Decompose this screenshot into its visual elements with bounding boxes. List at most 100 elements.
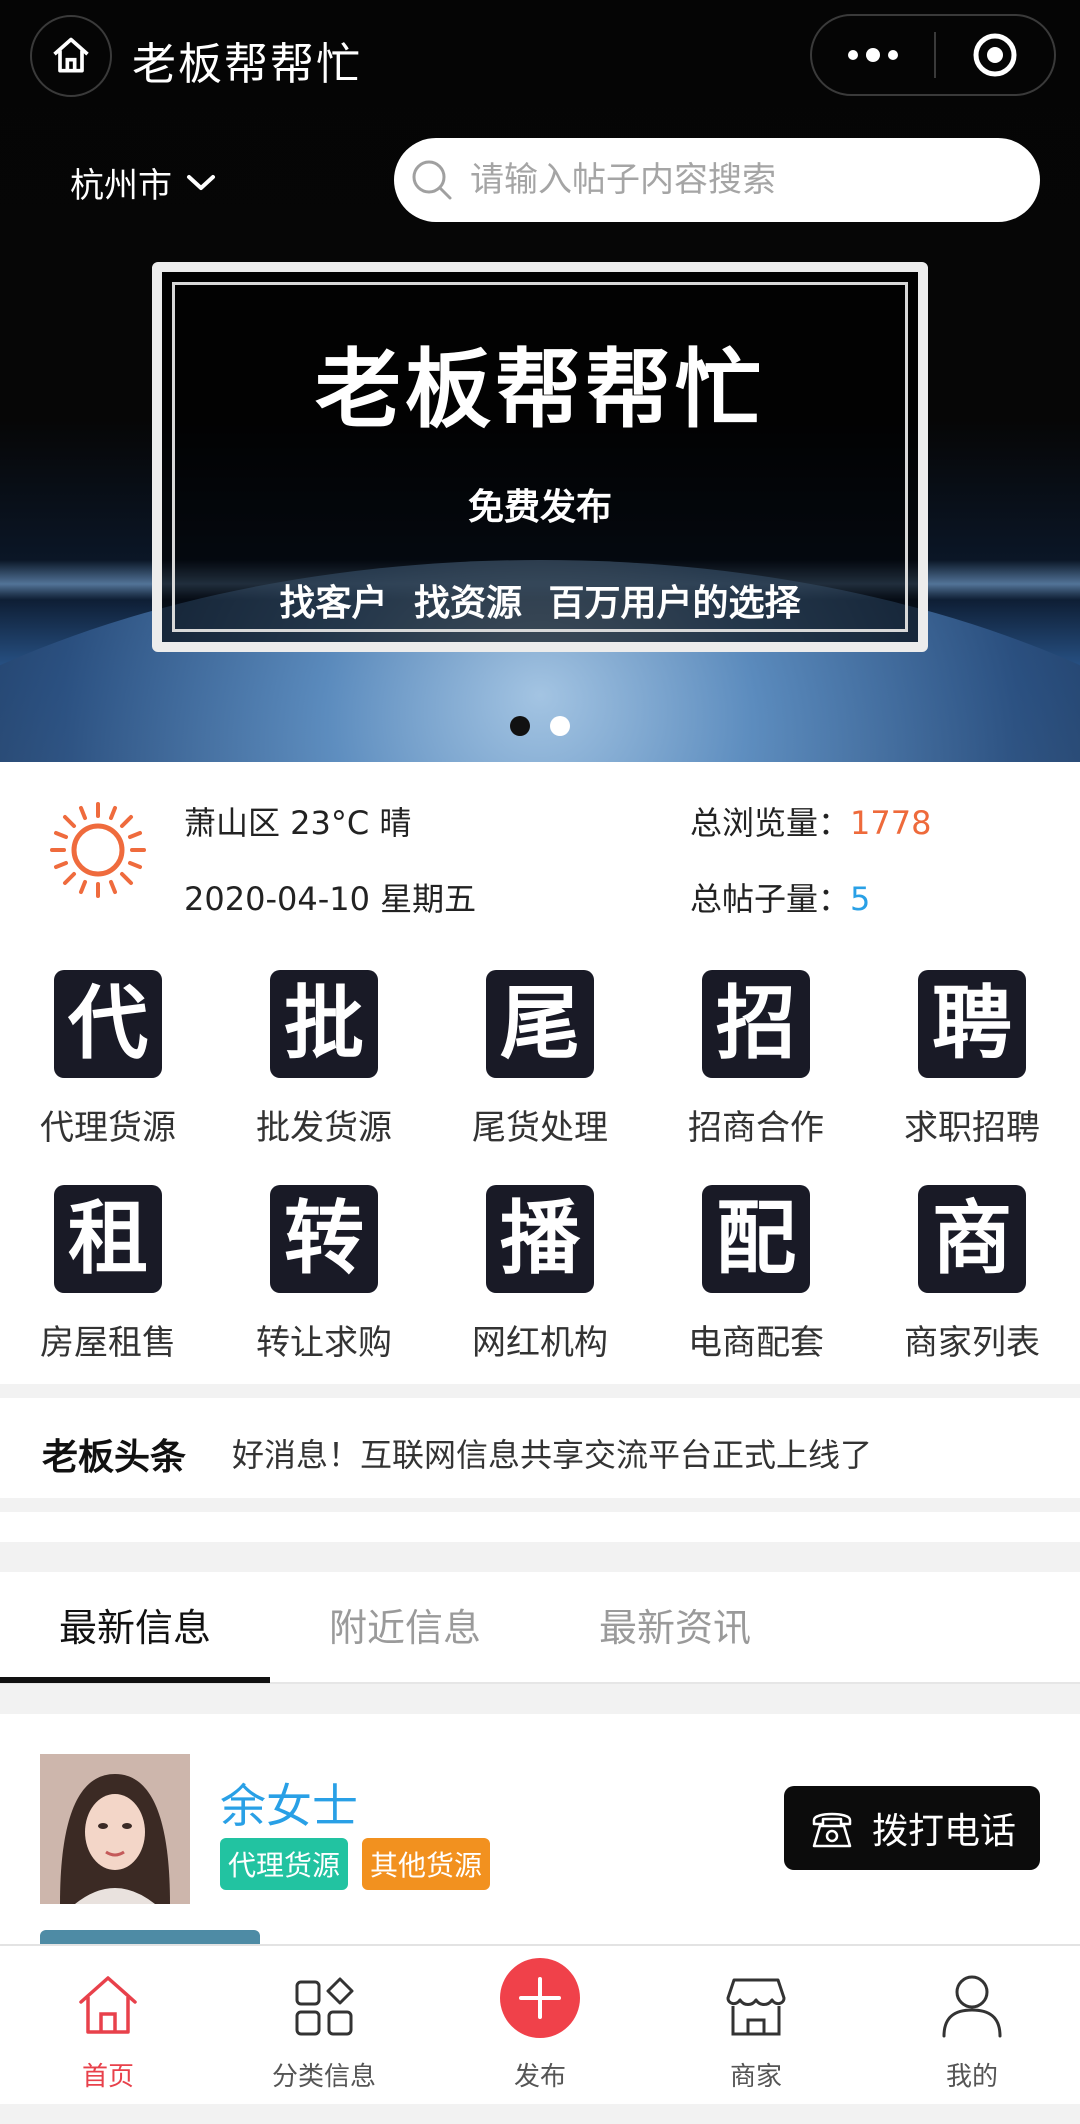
category-icon: 配 bbox=[702, 1185, 810, 1293]
category-icon: 商 bbox=[918, 1185, 1026, 1293]
category-label: 网红机构 bbox=[472, 1323, 608, 1363]
search-bar[interactable] bbox=[394, 138, 1040, 222]
search-input[interactable] bbox=[470, 160, 1010, 200]
tabbar-label: 我的 bbox=[945, 2062, 998, 2092]
headline-text[interactable]: 好消息！互联网信息共享交流平台正式上线了 bbox=[232, 1430, 872, 1476]
avatar[interactable] bbox=[40, 1754, 190, 1904]
section-divider bbox=[0, 1384, 1080, 1398]
poster-name[interactable]: 余女士 bbox=[220, 1770, 358, 1836]
category-icon: 转 bbox=[270, 1185, 378, 1293]
more-dot bbox=[888, 50, 898, 60]
banner-slide[interactable]: 老板帮帮忙 免费发布 找客户 找资源 百万用户的选择 bbox=[152, 262, 928, 652]
avatar-portrait bbox=[40, 1754, 190, 1904]
category-item-investment[interactable]: 招 招商合作 bbox=[648, 962, 864, 1167]
publish-plus-icon bbox=[500, 1958, 580, 2038]
hero-header: 老板帮帮忙 杭州市 请输入帖子内容搜索 老板帮帮忙 免费发布 找客户 找资源 百… bbox=[0, 0, 1080, 762]
category-label: 代理货源 bbox=[40, 1108, 176, 1148]
category-icon: 代 bbox=[54, 970, 162, 1078]
active-tab-indicator bbox=[0, 1677, 270, 1683]
capsule-menu bbox=[810, 14, 1056, 96]
banner-subtitle: 免费发布 bbox=[467, 487, 612, 528]
tab-latest-info[interactable]: 最新信息 bbox=[0, 1572, 270, 1684]
tab-nearby-info[interactable]: 附近信息 bbox=[270, 1572, 540, 1684]
category-label: 转让求购 bbox=[256, 1323, 392, 1363]
post-card[interactable]: 余女士 代理货源 其他货源 拨打电话 bbox=[0, 1714, 1080, 1944]
banner-tagline: 找客户 找资源 百万用户的选择 bbox=[279, 583, 801, 624]
city-selector[interactable]: 杭州市 bbox=[70, 158, 216, 207]
category-label: 电商配套 bbox=[688, 1323, 824, 1363]
banner-inner: 老板帮帮忙 免费发布 找客户 找资源 百万用户的选择 bbox=[172, 282, 908, 632]
category-icon: 批 bbox=[270, 970, 378, 1078]
category-item-agent[interactable]: 代 代理货源 bbox=[0, 962, 216, 1167]
weather-location-temp: 萧山区 23°C 晴 bbox=[184, 804, 412, 842]
tabbar-item-publish[interactable]: 发布 bbox=[432, 1946, 648, 2106]
category-icon bbox=[295, 1977, 354, 2036]
section-divider bbox=[0, 1498, 1080, 1512]
category-item-jobs[interactable]: 聘 求职招聘 bbox=[864, 962, 1080, 1167]
chevron-down-icon bbox=[187, 174, 215, 190]
call-button[interactable]: 拨打电话 bbox=[784, 1786, 1040, 1870]
category-label: 求职招聘 bbox=[904, 1108, 1040, 1148]
tab-latest-news[interactable]: 最新资讯 bbox=[540, 1572, 810, 1684]
more-button[interactable] bbox=[812, 16, 934, 94]
home-icon bbox=[79, 1976, 137, 2034]
carousel-dot[interactable] bbox=[550, 716, 570, 736]
carousel-dot-active[interactable] bbox=[510, 716, 530, 736]
category-icon: 尾 bbox=[486, 970, 594, 1078]
tabbar-item-home[interactable]: 首页 bbox=[0, 1946, 216, 2106]
tabbar-item-category[interactable]: 分类信息 bbox=[216, 1946, 432, 2106]
category-label: 尾货处理 bbox=[472, 1108, 608, 1148]
tabbar-label: 首页 bbox=[81, 2062, 134, 2092]
target-circle-icon bbox=[973, 33, 1017, 77]
bottom-safe-area bbox=[0, 2104, 1080, 2124]
category-item-merchants[interactable]: 商 商家列表 bbox=[864, 1177, 1080, 1382]
section-divider bbox=[0, 1542, 1080, 1572]
category-item-transfer[interactable]: 转 转让求购 bbox=[216, 1177, 432, 1382]
category-label: 批发货源 bbox=[256, 1108, 392, 1148]
more-dot bbox=[866, 48, 880, 62]
total-views: 总浏览量：1778 bbox=[690, 798, 931, 844]
bottom-tab-bar: 首页 分类信息 发布 商家 我的 bbox=[0, 1944, 1080, 2104]
post-tags: 代理货源 其他货源 bbox=[220, 1838, 491, 1890]
category-icon: 播 bbox=[486, 1185, 594, 1293]
weather-stats-panel: 萧山区 23°C 晴 2020-04-10 星期五 总浏览量：1778 总帖子量… bbox=[0, 762, 1080, 942]
category-item-influencer[interactable]: 播 网红机构 bbox=[432, 1177, 648, 1382]
tabbar-item-mine[interactable]: 我的 bbox=[864, 1946, 1080, 2106]
total-posts: 总帖子量：5 bbox=[690, 874, 870, 920]
shop-icon bbox=[726, 1978, 786, 2036]
call-button-label: 拨打电话 bbox=[871, 1811, 1016, 1852]
category-item-surplus[interactable]: 尾 尾货处理 bbox=[432, 962, 648, 1167]
headline-tag: 老板头条 bbox=[42, 1437, 187, 1478]
tabbar-item-shop[interactable]: 商家 bbox=[648, 1946, 864, 2106]
house-icon bbox=[53, 37, 89, 73]
banner-title: 老板帮帮忙 bbox=[315, 340, 765, 440]
category-icon: 租 bbox=[54, 1185, 162, 1293]
carousel-indicator bbox=[0, 716, 1080, 736]
home-button[interactable] bbox=[30, 15, 112, 97]
tabbar-label: 商家 bbox=[729, 2062, 782, 2092]
weather-date: 2020-04-10 星期五 bbox=[184, 880, 477, 918]
exit-button[interactable] bbox=[936, 31, 1054, 79]
more-dot bbox=[848, 50, 858, 60]
category-label: 招商合作 bbox=[688, 1108, 824, 1148]
headline-ticker[interactable]: 老板头条 好消息！互联网信息共享交流平台正式上线了 bbox=[0, 1398, 1080, 1498]
next-post-peek bbox=[40, 1930, 260, 1944]
phone-icon bbox=[812, 1812, 852, 1848]
search-icon bbox=[412, 160, 452, 200]
category-item-wholesale[interactable]: 批 批发货源 bbox=[216, 962, 432, 1167]
section-divider bbox=[0, 1684, 1080, 1714]
tabbar-label: 发布 bbox=[513, 2062, 566, 2092]
post-tag: 代理货源 bbox=[220, 1838, 349, 1890]
total-posts-label: 总帖子量： bbox=[690, 880, 851, 918]
category-icon: 招 bbox=[702, 970, 810, 1078]
tabbar-label: 分类信息 bbox=[271, 2062, 376, 2092]
category-item-ecommerce[interactable]: 配 电商配套 bbox=[648, 1177, 864, 1382]
total-views-label: 总浏览量： bbox=[690, 804, 851, 842]
info-tabs: 最新信息 附近信息 最新资讯 bbox=[0, 1572, 1080, 1684]
sun-icon bbox=[50, 802, 146, 898]
category-icon: 聘 bbox=[918, 970, 1026, 1078]
city-label: 杭州市 bbox=[70, 166, 172, 206]
app-title: 老板帮帮忙 bbox=[132, 39, 362, 90]
category-grid: 代 代理货源 批 批发货源 尾 尾货处理 招 招商合作 聘 求职招聘 租 房屋租… bbox=[0, 962, 1080, 1372]
category-item-housing[interactable]: 租 房屋租售 bbox=[0, 1177, 216, 1382]
